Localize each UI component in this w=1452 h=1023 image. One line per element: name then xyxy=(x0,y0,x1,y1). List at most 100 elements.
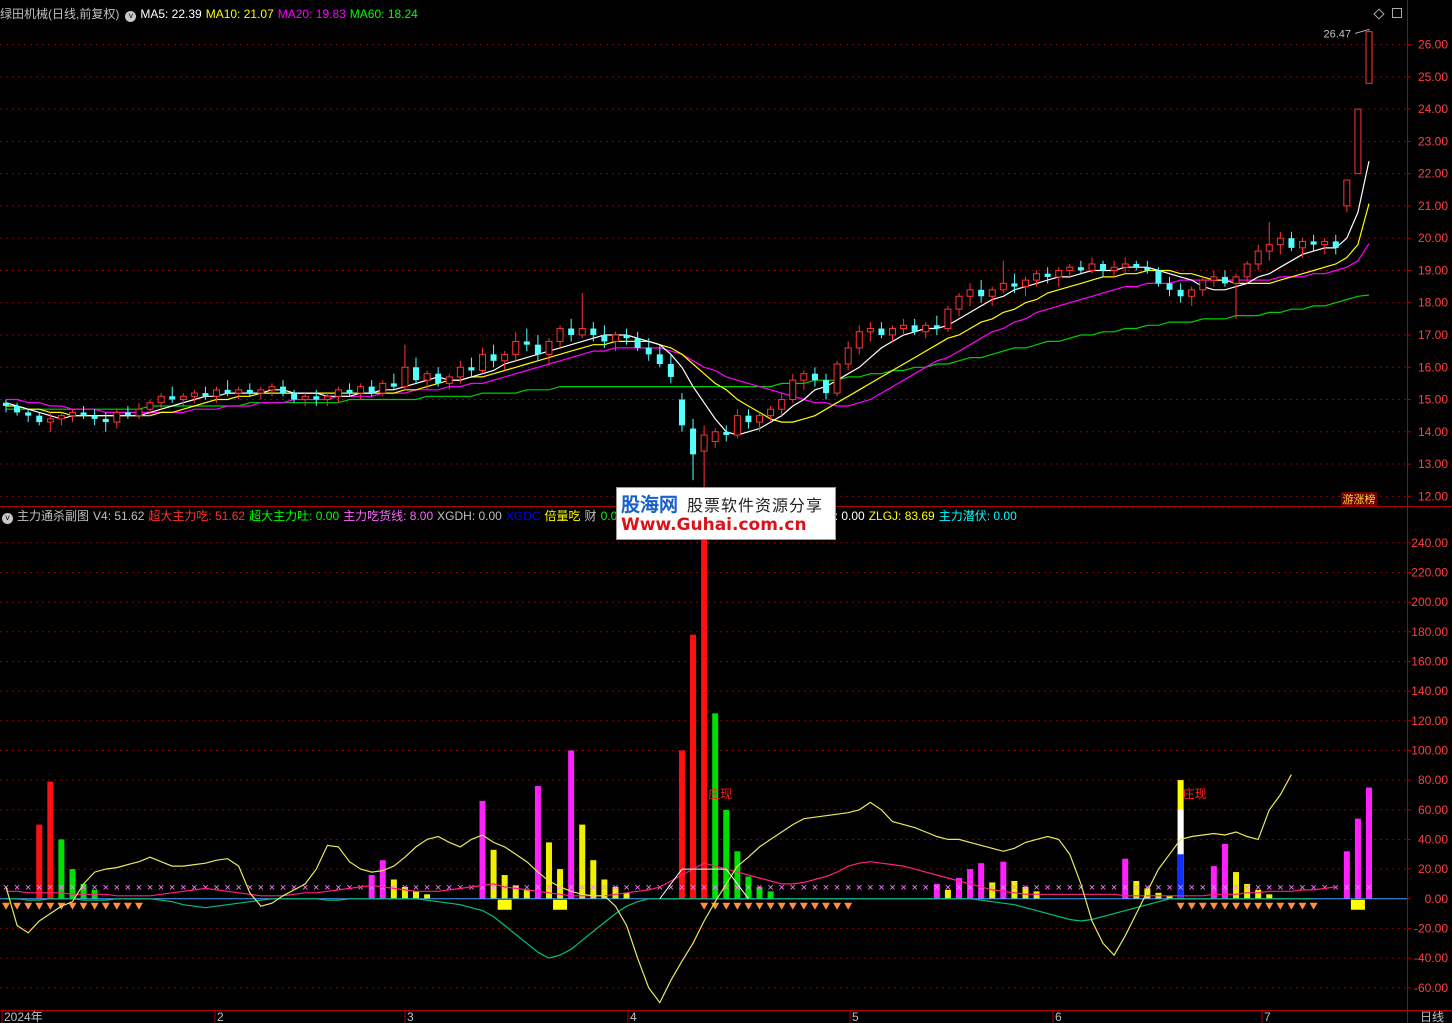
candle-body xyxy=(933,325,940,329)
entry-diamond xyxy=(733,902,742,910)
candle-body xyxy=(445,376,453,384)
super-main-sell-bar xyxy=(712,713,719,899)
accumulate-x-mark: × xyxy=(1211,882,1217,894)
candle-body xyxy=(135,408,143,417)
sub-indicator-6: 倍量吃 xyxy=(544,509,581,523)
main-y-tick-label: 18.00 xyxy=(1418,296,1448,310)
candle-body xyxy=(690,428,697,455)
peak-bar xyxy=(568,750,575,899)
candle-body xyxy=(966,289,974,297)
sub-y-tick-label: 240.00 xyxy=(1411,536,1448,550)
candle-body xyxy=(80,412,87,416)
period-label: 日线 xyxy=(1420,1010,1444,1023)
entry-diamond xyxy=(744,902,753,910)
entry-diamond xyxy=(13,902,22,910)
entry-diamond xyxy=(777,902,786,910)
sub-indicator-7: 财 xyxy=(584,509,597,523)
sub-indicator-5: XGDC xyxy=(505,509,541,523)
candle-body xyxy=(268,386,276,391)
accumulate-x-mark: × xyxy=(335,882,341,894)
double-volume-bar xyxy=(424,894,431,899)
accumulate-x-mark: × xyxy=(1233,882,1239,894)
sub-panel-header: ˅ 主力通杀副图 V4: 51.62 超大主力吃: 51.62 超大主力吐: 0.00 主… xyxy=(0,507,1025,525)
accumulate-x-mark: × xyxy=(1155,882,1161,894)
accumulate-x-mark: × xyxy=(923,882,929,894)
accumulate-x-mark: × xyxy=(1200,882,1206,894)
candle-body xyxy=(911,325,918,332)
sub-y-tick-label: 80.00 xyxy=(1418,773,1448,787)
stock-title[interactable]: 绿田机械(日线,前复权) xyxy=(0,7,119,21)
accumulate-x-mark: × xyxy=(1344,882,1350,894)
candle-body xyxy=(1055,269,1063,278)
chevron-down-icon[interactable]: ˅ xyxy=(2,513,13,524)
accumulate-x-mark: × xyxy=(1100,882,1106,894)
candle-body xyxy=(323,395,331,401)
x-axis-label: 2024年 xyxy=(4,1010,43,1023)
candle-body xyxy=(213,389,221,397)
candle-body xyxy=(3,402,9,406)
entry-diamond xyxy=(1232,902,1241,910)
accumulate-x-mark: × xyxy=(136,882,142,894)
sub-y-tick-label: 60.00 xyxy=(1418,803,1448,817)
candle-body xyxy=(1088,263,1096,271)
accumulate-x-mark: × xyxy=(468,882,474,894)
x-axis-label: 7 xyxy=(1264,1010,1271,1023)
candle-body xyxy=(1321,240,1329,246)
candle-body xyxy=(1221,276,1228,284)
candle-body xyxy=(224,389,231,394)
high-marker-label: 26.47 xyxy=(1323,28,1351,40)
entry-diamond xyxy=(24,902,33,910)
sub-indicator-2: 超大主力吐: 0.00 xyxy=(249,509,340,523)
candle-body xyxy=(833,363,841,394)
candle-body xyxy=(1044,273,1051,277)
accumulate-x-mark: × xyxy=(934,882,940,894)
candle-body xyxy=(1155,270,1162,284)
main-y-tick-label: 12.00 xyxy=(1418,489,1448,503)
main-indicator-0: MA5: 22.39 xyxy=(140,7,202,21)
x-axis-label: 5 xyxy=(852,1010,859,1023)
entry-diamond xyxy=(833,902,842,910)
accumulate-x-mark: × xyxy=(867,882,873,894)
accumulate-x-mark: × xyxy=(911,882,917,894)
sub-indicator-12: ZLGJ: 83.69 xyxy=(868,509,935,523)
candle-body xyxy=(1166,283,1173,290)
main-y-tick-label: 20.00 xyxy=(1418,231,1448,245)
accumulate-x-mark: × xyxy=(1355,882,1361,894)
entry-diamond xyxy=(1298,902,1307,910)
accumulate-x-mark: × xyxy=(191,882,197,894)
candle-body xyxy=(578,328,586,336)
accumulate-x-mark: × xyxy=(125,882,131,894)
candle-body xyxy=(146,402,154,410)
candle-body xyxy=(601,334,608,342)
ma5-line xyxy=(5,160,1370,436)
sub-y-tick-label: 40.00 xyxy=(1418,832,1448,846)
x-axis-label: 4 xyxy=(630,1010,637,1023)
exit-signal-block xyxy=(1350,899,1365,910)
signal-label: 庄现 xyxy=(1183,786,1207,801)
accumulate-x-mark: × xyxy=(956,882,962,894)
candle-body xyxy=(102,418,109,423)
accumulate-x-mark: × xyxy=(58,882,64,894)
candle-body xyxy=(1077,267,1084,271)
candle-body xyxy=(634,338,641,348)
accumulate-x-mark: × xyxy=(1244,882,1250,894)
candle-body xyxy=(855,331,863,349)
candle-body xyxy=(656,354,663,365)
main-y-tick-label: 15.00 xyxy=(1418,393,1448,407)
accumulate-x-mark: × xyxy=(1089,882,1095,894)
chevron-down-icon[interactable]: ˅ xyxy=(125,11,137,22)
sub-panel-title[interactable]: 主力通杀副图 xyxy=(17,509,89,523)
watermark-brand: 股海网 xyxy=(621,494,679,516)
accumulate-x-mark: × xyxy=(380,882,386,894)
entry-diamond xyxy=(766,902,775,910)
candle-body xyxy=(379,382,387,394)
candle-body xyxy=(1110,266,1118,271)
restore-icon[interactable] xyxy=(1392,8,1402,18)
candle-body xyxy=(745,415,752,423)
candle-body xyxy=(1121,263,1129,268)
candle-body xyxy=(157,395,165,404)
watermark-url: Www.Guhai.com.cn xyxy=(621,515,807,535)
accumulate-x-mark: × xyxy=(767,882,773,894)
ma10-line xyxy=(6,203,1370,423)
accumulate-x-mark: × xyxy=(590,882,596,894)
